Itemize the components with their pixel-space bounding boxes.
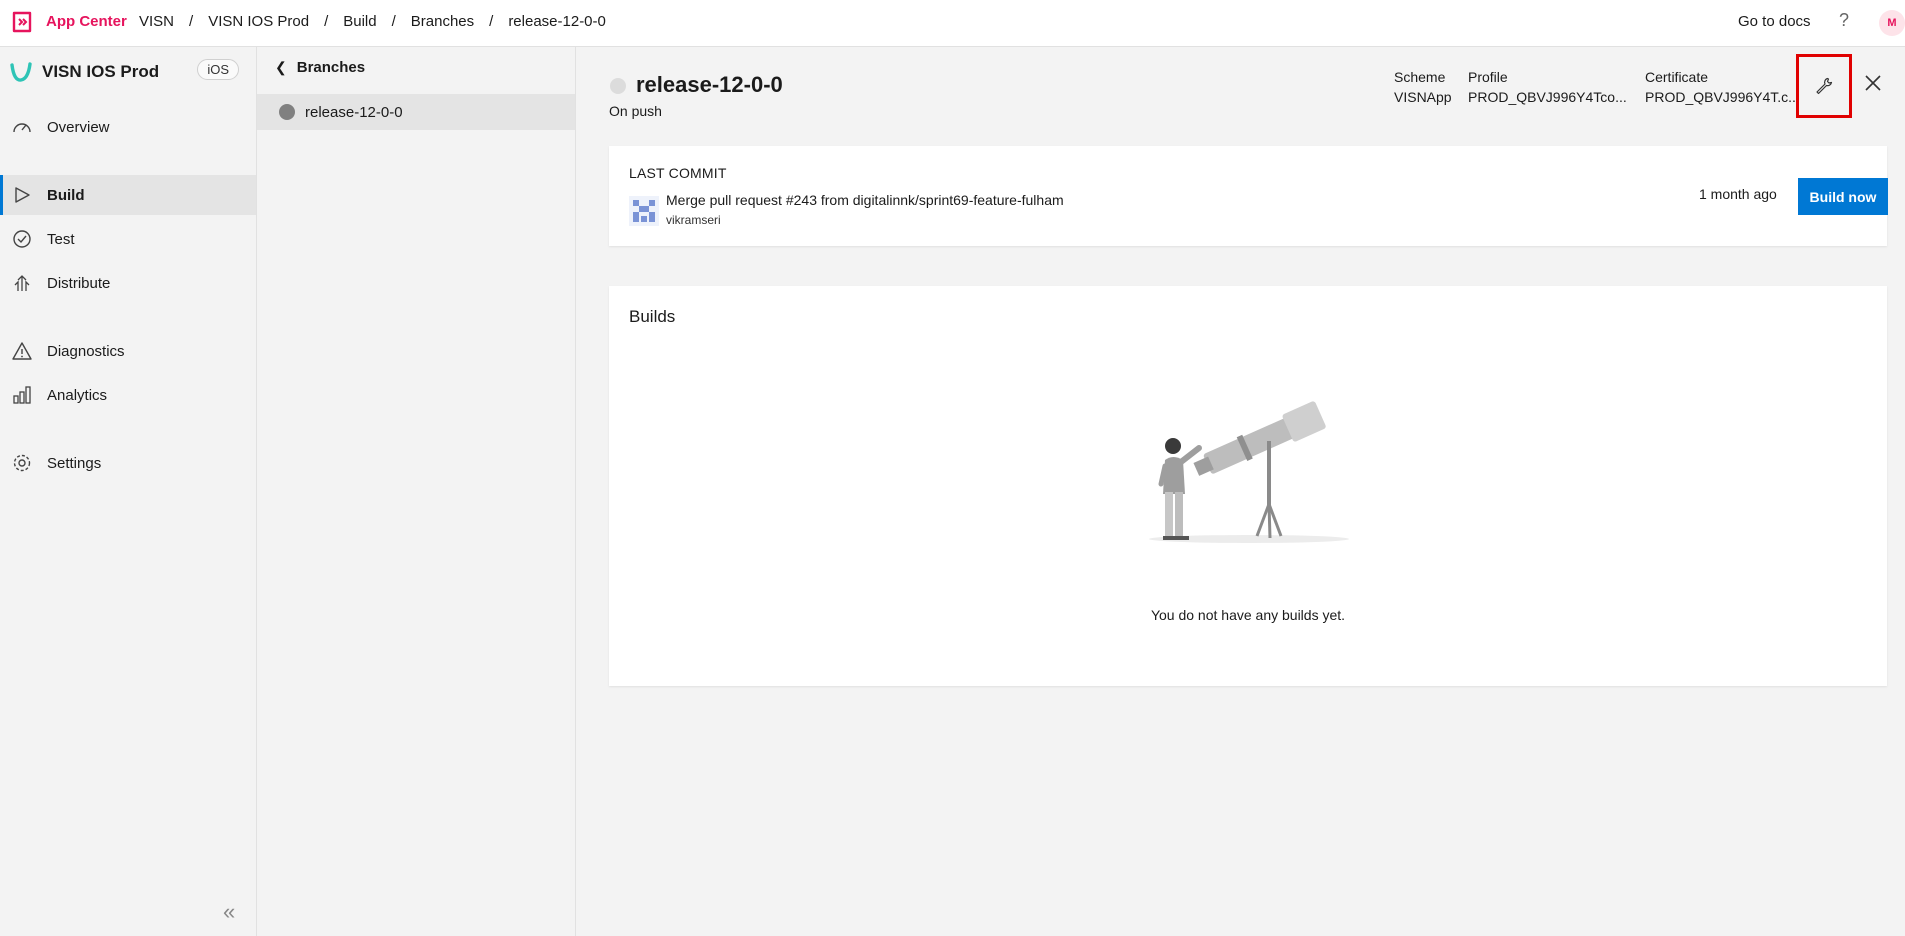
certificate-info: Certificate PROD_QBVJ996Y4T.c... [1645, 67, 1805, 107]
last-commit-card: LAST COMMIT Merge pull request #243 from… [609, 146, 1888, 246]
sidebar-item-analytics[interactable]: Analytics [0, 375, 256, 415]
sidebar-item-test[interactable]: Test [0, 219, 256, 259]
help-icon[interactable]: ? [1834, 10, 1854, 34]
branch-detail: release-12-0-0 On push Scheme VISNApp Pr… [576, 47, 1905, 936]
go-to-docs-link[interactable]: Go to docs [1738, 13, 1811, 30]
breadcrumb-branch[interactable]: release-12-0-0 [508, 13, 606, 30]
os-badge: iOS [197, 59, 239, 80]
settings-icon [12, 453, 32, 473]
breadcrumb-org[interactable]: VISN [139, 13, 174, 30]
branch-name: release-12-0-0 [305, 103, 403, 121]
sidebar-item-overview[interactable]: Overview [0, 107, 256, 147]
configure-build-button[interactable] [1796, 54, 1852, 118]
sidebar-item-label: Test [47, 230, 75, 248]
sidebar: VISN IOS Prod iOS Overview Build Test Di… [0, 47, 257, 936]
scheme-info: Scheme VISNApp [1394, 67, 1452, 107]
sidebar-item-label: Diagnostics [47, 342, 125, 360]
top-bar: App Center VISN / VISN IOS Prod / Build … [0, 0, 1905, 47]
trigger-text: On push [609, 103, 662, 119]
test-icon [12, 229, 32, 249]
empty-state-message: You do not have any builds yet. [1150, 607, 1346, 623]
scheme-value: VISNApp [1394, 89, 1452, 105]
breadcrumb: VISN / VISN IOS Prod / Build / Branches … [139, 13, 606, 30]
builds-card: Builds You do not have any builds yet. [609, 286, 1887, 686]
certificate-label: Certificate [1645, 69, 1709, 85]
profile-info: Profile PROD_QBVJ996Y4Tco... [1468, 67, 1628, 107]
app-center-logo-icon[interactable] [10, 10, 34, 34]
sidebar-item-label: Settings [47, 454, 102, 472]
back-to-branches-button[interactable]: ❮ Branches [275, 59, 365, 76]
profile-label: Profile [1468, 69, 1508, 85]
commit-author: vikramseri [666, 213, 721, 227]
user-avatar[interactable]: M [1879, 10, 1905, 36]
breadcrumb-separator: / [189, 13, 194, 30]
breadcrumb-separator: / [489, 13, 494, 30]
sidebar-item-build[interactable]: Build [0, 175, 256, 215]
collapse-sidebar-icon[interactable]: « [223, 899, 235, 925]
breadcrumb-separator: / [324, 13, 329, 30]
analytics-icon [12, 385, 32, 405]
close-icon [1865, 75, 1881, 91]
breadcrumb-app[interactable]: VISN IOS Prod [208, 13, 309, 30]
last-commit-heading: LAST COMMIT [629, 165, 727, 181]
sidebar-item-label: Distribute [47, 274, 111, 292]
overview-icon [12, 117, 32, 137]
branch-status-icon [610, 78, 626, 94]
app-title: VISN IOS Prod [42, 62, 160, 81]
build-icon [12, 185, 32, 205]
sidebar-item-diagnostics[interactable]: Diagnostics [0, 331, 256, 371]
certificate-value: PROD_QBVJ996Y4T.c... [1645, 89, 1800, 105]
scheme-label: Scheme [1394, 69, 1446, 85]
diagnostics-icon [12, 341, 32, 361]
sidebar-item-label: Analytics [47, 386, 108, 404]
author-avatar [629, 196, 659, 226]
branch-list-panel: ❮ Branches release-12-0-0 [257, 47, 576, 936]
distribute-icon [12, 273, 32, 293]
sidebar-item-label: Overview [47, 118, 110, 136]
sidebar-item-label: Build [47, 186, 85, 204]
sidebar-item-settings[interactable]: Settings [0, 443, 256, 483]
close-button[interactable] [1860, 70, 1886, 96]
breadcrumb-build[interactable]: Build [343, 13, 376, 30]
app-center-link[interactable]: App Center [46, 13, 127, 30]
chevron-left-icon: ❮ [275, 59, 287, 75]
app-header[interactable]: VISN IOS Prod iOS [10, 57, 247, 87]
breadcrumb-separator: / [391, 13, 396, 30]
commit-time: 1 month ago [1699, 186, 1777, 202]
branch-status-icon [279, 104, 295, 120]
branch-list-item[interactable]: release-12-0-0 [257, 94, 575, 130]
wrench-icon [1816, 77, 1833, 95]
breadcrumb-branches[interactable]: Branches [411, 13, 474, 30]
profile-value: PROD_QBVJ996Y4Tco... [1468, 89, 1627, 105]
builds-heading: Builds [629, 307, 676, 326]
telescope-illustration [1149, 401, 1349, 543]
sidebar-item-distribute[interactable]: Distribute [0, 263, 256, 303]
build-now-button[interactable]: Build now [1798, 178, 1888, 215]
commit-message[interactable]: Merge pull request #243 from digitalinnk… [666, 192, 1064, 208]
app-logo-icon [10, 62, 32, 82]
branches-back-label: Branches [296, 59, 366, 76]
page-title: release-12-0-0 [636, 72, 783, 97]
